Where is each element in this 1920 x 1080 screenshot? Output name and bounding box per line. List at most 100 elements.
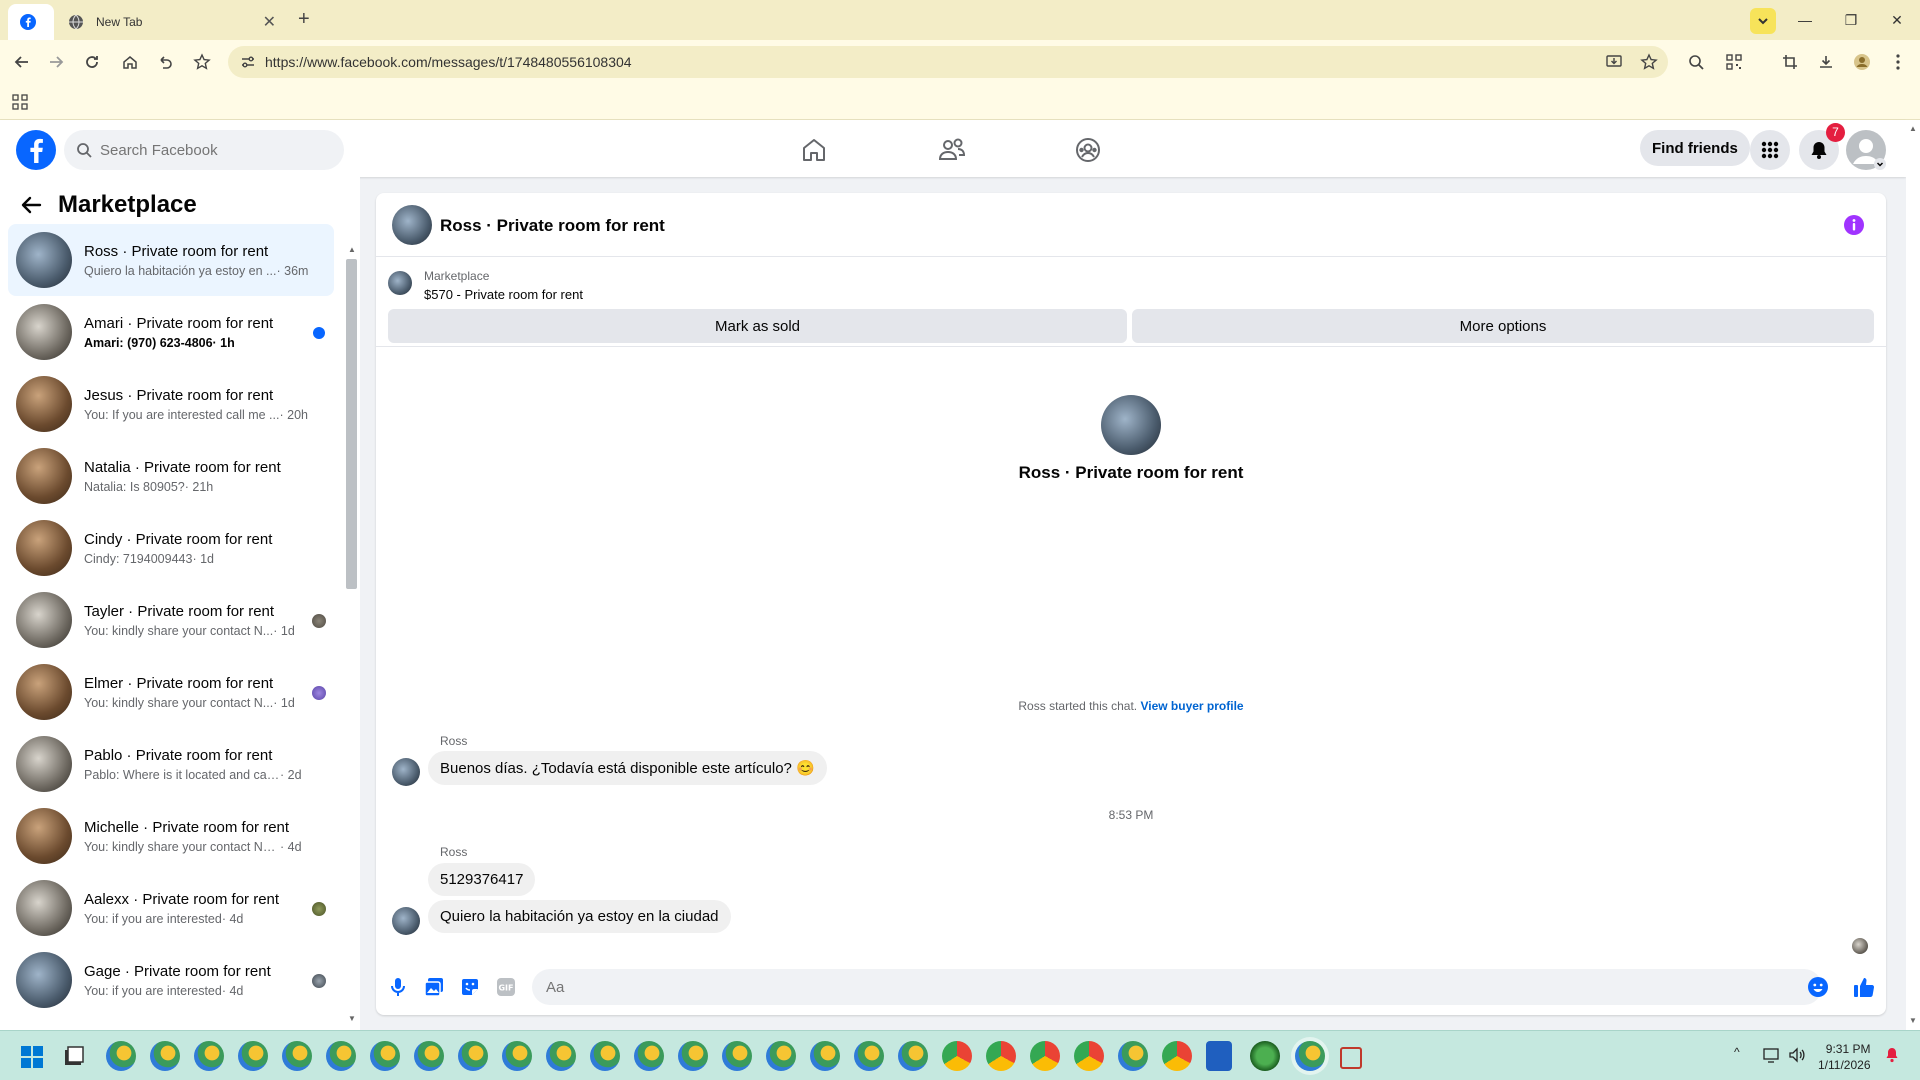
qr-code-button[interactable]	[1720, 48, 1748, 76]
undo-button[interactable]	[151, 48, 179, 76]
conversation-item-pablo[interactable]: Pablo · Private room for rent Pablo: Whe…	[8, 728, 334, 800]
scroll-down-icon[interactable]: ▼	[348, 1014, 356, 1023]
home-button[interactable]	[116, 48, 144, 76]
browser-taskbar-icon[interactable]	[766, 1041, 796, 1071]
browser-taskbar-icon[interactable]	[722, 1041, 752, 1071]
tab-facebook[interactable]	[8, 4, 54, 40]
file-explorer-icon[interactable]	[62, 1045, 86, 1069]
more-options-button[interactable]: More options	[1132, 309, 1874, 343]
browser-taskbar-icon[interactable]	[414, 1041, 444, 1071]
attach-photo-button[interactable]	[420, 973, 448, 1001]
scroll-up-icon[interactable]: ▲	[1909, 124, 1917, 133]
voice-clip-button[interactable]	[384, 973, 412, 1001]
find-friends-button[interactable]: Find friends	[1640, 130, 1750, 166]
browser-taskbar-icon[interactable]	[150, 1041, 180, 1071]
chrome-taskbar-icon[interactable]	[1162, 1041, 1192, 1071]
chevron-up-icon[interactable]: ^	[1734, 1045, 1740, 1059]
listing-title[interactable]: $570 - Private room for rent	[424, 287, 583, 302]
nav-groups[interactable]	[1032, 130, 1144, 170]
forward-button[interactable]	[42, 48, 70, 76]
notepad-taskbar-icon[interactable]	[1206, 1041, 1232, 1071]
nav-home[interactable]	[758, 130, 870, 170]
crop-button[interactable]	[1776, 48, 1804, 76]
sender-avatar[interactable]	[392, 758, 420, 786]
apps-grid-icon[interactable]	[12, 94, 28, 110]
chrome-taskbar-icon[interactable]	[986, 1041, 1016, 1071]
snipping-tool-taskbar-icon[interactable]	[1340, 1047, 1362, 1069]
sender-avatar[interactable]	[392, 907, 420, 935]
conversation-item-jesus[interactable]: Jesus · Private room for rent You: If yo…	[8, 368, 334, 440]
conversation-item-tayler[interactable]: Tayler · Private room for rent You: kind…	[8, 584, 334, 656]
browser-taskbar-icon[interactable]	[458, 1041, 488, 1071]
conversation-item-amari[interactable]: Amari · Private room for rent Amari: (97…	[8, 296, 334, 368]
browser-taskbar-icon[interactable]	[590, 1041, 620, 1071]
close-window-button[interactable]: ✕	[1874, 0, 1920, 40]
network-icon[interactable]	[1762, 1047, 1780, 1063]
page-scrollbar[interactable]: ▲ ▼	[1906, 120, 1920, 1030]
tab-search-dropdown[interactable]	[1750, 8, 1776, 34]
chat-avatar[interactable]	[392, 205, 432, 245]
downloads-button[interactable]	[1812, 48, 1840, 76]
browser-taskbar-icon[interactable]	[238, 1041, 268, 1071]
menu-button[interactable]	[1750, 130, 1790, 170]
message-input[interactable]	[532, 969, 1822, 1005]
back-button[interactable]	[8, 48, 36, 76]
browser-taskbar-icon[interactable]	[678, 1041, 708, 1071]
active-browser-taskbar-icon[interactable]	[1295, 1041, 1325, 1071]
scrollbar-thumb[interactable]	[346, 259, 357, 589]
sticker-button[interactable]	[456, 973, 484, 1001]
address-bar[interactable]: https://www.facebook.com/messages/t/1748…	[228, 46, 1668, 78]
browser-taskbar-icon[interactable]	[1118, 1041, 1148, 1071]
browser-taskbar-icon[interactable]	[326, 1041, 356, 1071]
search-box[interactable]	[64, 130, 344, 170]
conversation-item-ross[interactable]: Ross · Private room for rent Quiero la h…	[8, 224, 334, 296]
conversation-item-natalia[interactable]: Natalia · Private room for rent Natalia:…	[8, 440, 334, 512]
site-info-icon[interactable]	[240, 54, 256, 70]
search-input[interactable]	[100, 141, 320, 159]
chrome-taskbar-icon[interactable]	[1074, 1041, 1104, 1071]
new-tab-button[interactable]: +	[298, 8, 310, 31]
url-text[interactable]: https://www.facebook.com/messages/t/1748…	[265, 54, 632, 70]
conversation-item-gage[interactable]: Gage · Private room for rent You: if you…	[8, 944, 334, 1016]
browser-taskbar-icon[interactable]	[634, 1041, 664, 1071]
scroll-down-icon[interactable]: ▼	[1909, 1016, 1917, 1025]
scroll-up-icon[interactable]: ▲	[348, 245, 356, 254]
chrome-taskbar-icon[interactable]	[942, 1041, 972, 1071]
conversation-item-cindy[interactable]: Cindy · Private room for rent Cindy: 719…	[8, 512, 334, 584]
bookmark-star-button[interactable]	[188, 48, 216, 76]
message-bubble[interactable]: Buenos días. ¿Todavía está disponible es…	[428, 751, 827, 785]
view-buyer-profile-link[interactable]: View buyer profile	[1140, 699, 1243, 713]
browser-taskbar-icon[interactable]	[370, 1041, 400, 1071]
browser-menu-button[interactable]	[1884, 48, 1912, 76]
bookmark-star-icon[interactable]	[1640, 53, 1658, 71]
reload-button[interactable]	[78, 48, 106, 76]
nav-friends[interactable]	[896, 130, 1008, 170]
close-tab-icon[interactable]: ✕	[263, 12, 276, 32]
notification-bell-icon[interactable]	[1884, 1047, 1900, 1063]
chrome-taskbar-icon[interactable]	[1030, 1041, 1060, 1071]
browser-taskbar-icon[interactable]	[546, 1041, 576, 1071]
buyer-profile-avatar[interactable]	[1101, 395, 1161, 455]
browser-taskbar-icon[interactable]	[282, 1041, 312, 1071]
browser-taskbar-icon[interactable]	[898, 1041, 928, 1071]
emoji-button[interactable]	[1808, 977, 1828, 997]
install-app-icon[interactable]	[1606, 54, 1622, 70]
info-icon[interactable]	[1844, 215, 1864, 235]
windows-start-icon[interactable]	[20, 1045, 44, 1069]
volume-icon[interactable]	[1788, 1047, 1806, 1063]
message-bubble[interactable]: Quiero la habitación ya estoy en la ciud…	[428, 900, 731, 933]
zoom-button[interactable]	[1682, 48, 1710, 76]
conversation-item-aalexx[interactable]: Aalexx · Private room for rent You: if y…	[8, 872, 334, 944]
listing-thumbnail[interactable]	[388, 271, 412, 295]
browser-taskbar-icon[interactable]	[810, 1041, 840, 1071]
browser-taskbar-icon[interactable]	[194, 1041, 224, 1071]
message-bubble[interactable]: 5129376417	[428, 863, 536, 896]
back-arrow-icon[interactable]	[20, 194, 42, 216]
chat-title[interactable]: Ross · Private room for rent	[440, 216, 665, 236]
browser-taskbar-icon[interactable]	[854, 1041, 884, 1071]
browser-taskbar-icon[interactable]	[106, 1041, 136, 1071]
profile-button[interactable]	[1848, 48, 1876, 76]
browser-taskbar-icon[interactable]	[502, 1041, 532, 1071]
account-avatar[interactable]	[1846, 130, 1886, 170]
like-button[interactable]	[1850, 973, 1878, 1001]
